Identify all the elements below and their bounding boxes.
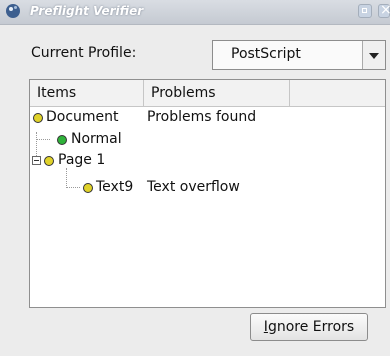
tree-problem-label: Text overflow [147,179,240,195]
tree-problem-label: Problems found [147,109,257,125]
status-warning-icon [33,113,43,123]
button-label: gnore Errors [267,319,355,335]
close-icon[interactable] [378,2,390,18]
tree-item-label: Text9 [96,179,134,195]
title-bar[interactable]: Preflight Verifier [0,0,390,25]
column-header-items[interactable]: Items [30,80,144,106]
chevron-down-icon[interactable] [362,41,385,69]
app-icon [6,4,20,18]
tree-header: Items Problems [30,80,385,107]
tree-row[interactable]: Document Problems found [30,106,385,128]
collapse-icon[interactable] [32,156,41,165]
tree-item-label: Document [46,109,119,125]
status-ok-icon [57,135,67,145]
tree-row[interactable]: Page 1 [30,149,385,171]
profile-dropdown[interactable]: PostScript [212,40,386,70]
items-tree-view[interactable]: Items Problems Document Problems found N… [29,79,386,308]
maximize-icon[interactable] [358,4,372,18]
window-title: Preflight Verifier [30,4,144,18]
status-warning-icon [83,183,93,193]
column-header-problems[interactable]: Problems [144,80,290,106]
current-profile-label: Current Profile: [31,45,137,61]
tree-item-label: Normal [71,131,122,147]
ignore-errors-button[interactable]: Ignore Errors [250,313,368,341]
preflight-verifier-window: Preflight Verifier Current Profile: Post… [0,0,390,356]
profile-selected-value: PostScript [231,46,301,62]
tree-row[interactable]: Normal [30,128,385,150]
tree-item-label: Page 1 [58,152,106,168]
status-warning-icon [44,156,54,166]
tree-row[interactable]: Text9 Text overflow [30,176,385,198]
